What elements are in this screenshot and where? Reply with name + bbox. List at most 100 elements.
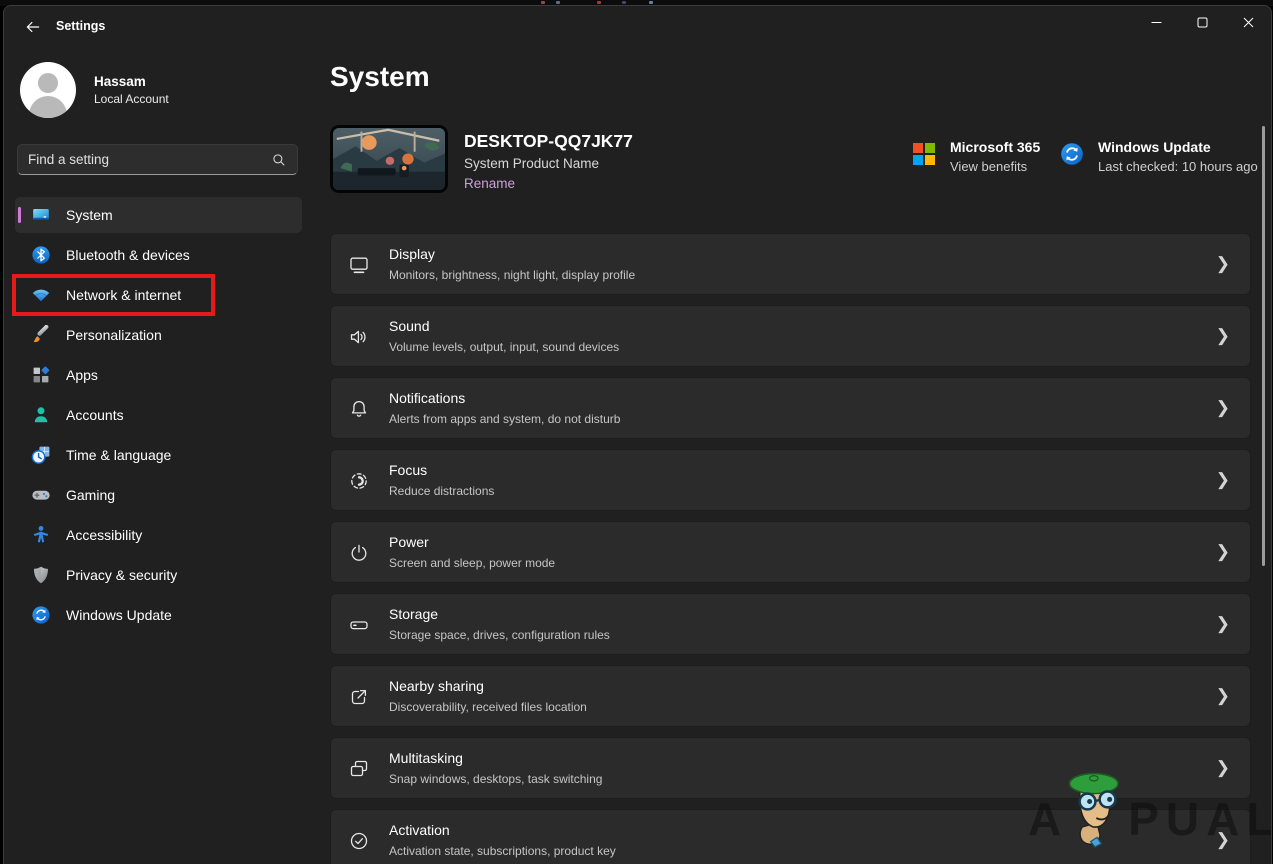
row-subtitle: Alerts from apps and system, do not dist… [389, 412, 621, 426]
settings-row-power[interactable]: Power Screen and sleep, power mode ❯ [330, 521, 1251, 583]
ms365-title: Microsoft 365 [950, 139, 1041, 155]
avatar [20, 62, 76, 118]
sidebar-nav: System Bluetooth & devices Network & inter… [15, 197, 302, 637]
microsoft-365-card[interactable]: Microsoft 365 View benefits [912, 139, 1040, 174]
wallpaper-image [333, 128, 445, 190]
settings-row-activation[interactable]: Activation Activation state, subscription… [330, 809, 1251, 864]
network-icon [31, 285, 51, 305]
search-icon [273, 153, 285, 165]
settings-row-nearby-sharing[interactable]: Nearby sharing Discoverability, received … [330, 665, 1251, 727]
scrollbar[interactable] [1262, 126, 1265, 566]
time-language-icon [31, 445, 51, 465]
update-title: Windows Update [1098, 139, 1211, 155]
sidebar-item-label: Apps [66, 367, 98, 383]
device-header: DESKTOP-QQ7JK77 System Product Name Rena… [330, 125, 1258, 197]
sidebar-item-gaming[interactable]: Gaming [15, 477, 302, 513]
nearby-sharing-icon [347, 685, 371, 709]
settings-row-multitasking[interactable]: Multitasking Snap windows, desktops, task… [330, 737, 1251, 799]
chevron-right-icon: ❯ [1215, 758, 1230, 777]
row-title: Activation [389, 822, 450, 838]
sidebar-item-label: System [66, 207, 113, 223]
chevron-right-icon: ❯ [1215, 614, 1230, 633]
activation-icon [347, 829, 371, 853]
titlebar: Settings [4, 6, 1271, 50]
chevron-right-icon: ❯ [1215, 470, 1230, 489]
update-subtitle: Last checked: 10 hours ago [1098, 159, 1258, 174]
row-title: Multitasking [389, 750, 463, 766]
power-icon [347, 541, 371, 565]
row-subtitle: Monitors, brightness, night light, displ… [389, 268, 636, 282]
display-icon [347, 253, 371, 277]
user-account[interactable]: Hassam Local Account [20, 62, 169, 118]
row-subtitle: Storage space, drives, configuration rul… [389, 628, 610, 642]
chevron-right-icon: ❯ [1215, 830, 1230, 849]
sidebar-item-time-language[interactable]: Time & language [15, 437, 302, 473]
close-button[interactable] [1225, 6, 1271, 38]
settings-row-notifications[interactable]: Notifications Alerts from apps and system… [330, 377, 1251, 439]
row-title: Notifications [389, 390, 466, 406]
user-name: Hassam [94, 74, 146, 89]
chevron-right-icon: ❯ [1215, 254, 1230, 273]
notifications-icon [347, 397, 371, 421]
sidebar-item-apps[interactable]: Apps [15, 357, 302, 393]
gaming-icon [31, 485, 51, 505]
settings-row-display[interactable]: Display Monitors, brightness, night light… [330, 233, 1251, 295]
privacy-security-icon [31, 565, 51, 585]
chevron-right-icon: ❯ [1215, 398, 1230, 417]
user-account-type: Local Account [94, 92, 169, 106]
row-subtitle: Reduce distractions [389, 484, 495, 498]
screen: Settings Hassam Local Account Find a set… [0, 0, 1273, 864]
search-input[interactable] [28, 152, 271, 167]
bluetooth-icon [31, 245, 51, 265]
device-product-name: System Product Name [464, 156, 600, 171]
sidebar-item-label: Privacy & security [66, 567, 178, 583]
row-title: Power [389, 534, 429, 550]
app-title: Settings [56, 19, 106, 33]
sidebar-item-system[interactable]: System [15, 197, 302, 233]
search-box[interactable] [17, 144, 298, 175]
row-subtitle: Snap windows, desktops, task switching [389, 772, 603, 786]
sidebar-item-bluetooth-devices[interactable]: Bluetooth & devices [15, 237, 302, 273]
sidebar-item-windows-update[interactable]: Windows Update [15, 597, 302, 633]
row-title: Storage [389, 606, 439, 622]
settings-rows: Display Monitors, brightness, night light… [330, 233, 1251, 864]
back-arrow-icon [26, 21, 40, 33]
maximize-icon [1197, 17, 1207, 27]
sidebar-item-accounts[interactable]: Accounts [15, 397, 302, 433]
system-icon [31, 205, 51, 225]
settings-window: Settings Hassam Local Account Find a set… [3, 5, 1272, 864]
settings-row-sound[interactable]: Sound Volume levels, output, input, sound… [330, 305, 1251, 367]
sidebar-item-label: Bluetooth & devices [66, 247, 190, 263]
sidebar-item-label: Personalization [66, 327, 162, 343]
maximize-button[interactable] [1179, 6, 1225, 38]
row-subtitle: Activation state, subscriptions, product… [389, 844, 616, 858]
window-controls [1133, 6, 1271, 38]
row-subtitle: Volume levels, output, input, sound devi… [389, 340, 620, 354]
row-title: Display [389, 246, 435, 262]
settings-row-focus[interactable]: Focus Reduce distractions ❯ [330, 449, 1251, 511]
minimize-icon [1151, 21, 1161, 23]
windows-update-card[interactable]: Windows Update Last checked: 10 hours ag… [1060, 139, 1258, 174]
sidebar-item-privacy-security[interactable]: Privacy & security [15, 557, 302, 593]
windows-update-icon [1060, 142, 1084, 166]
sidebar-item-label: Windows Update [66, 607, 172, 623]
settings-row-storage[interactable]: Storage Storage space, drives, configurat… [330, 593, 1251, 655]
storage-icon [347, 613, 371, 637]
accessibility-icon [31, 525, 51, 545]
back-button[interactable] [16, 12, 50, 42]
row-title: Sound [389, 318, 430, 334]
sidebar-item-personalization[interactable]: Personalization [15, 317, 302, 353]
sidebar-item-label: Gaming [66, 487, 116, 503]
minimize-button[interactable] [1133, 6, 1179, 38]
selected-accent-pill [18, 207, 21, 223]
sidebar-item-network-internet[interactable]: Network & internet [15, 277, 302, 313]
sidebar-item-label: Accounts [66, 407, 124, 423]
sidebar-item-label: Accessibility [66, 527, 143, 543]
row-subtitle: Screen and sleep, power mode [389, 556, 556, 570]
sidebar-item-accessibility[interactable]: Accessibility [15, 517, 302, 553]
personalization-icon [31, 325, 51, 345]
rename-link[interactable]: Rename [464, 176, 515, 191]
row-subtitle: Discoverability, received files location [389, 700, 587, 714]
row-title: Focus [389, 462, 428, 478]
accounts-icon [31, 405, 51, 425]
